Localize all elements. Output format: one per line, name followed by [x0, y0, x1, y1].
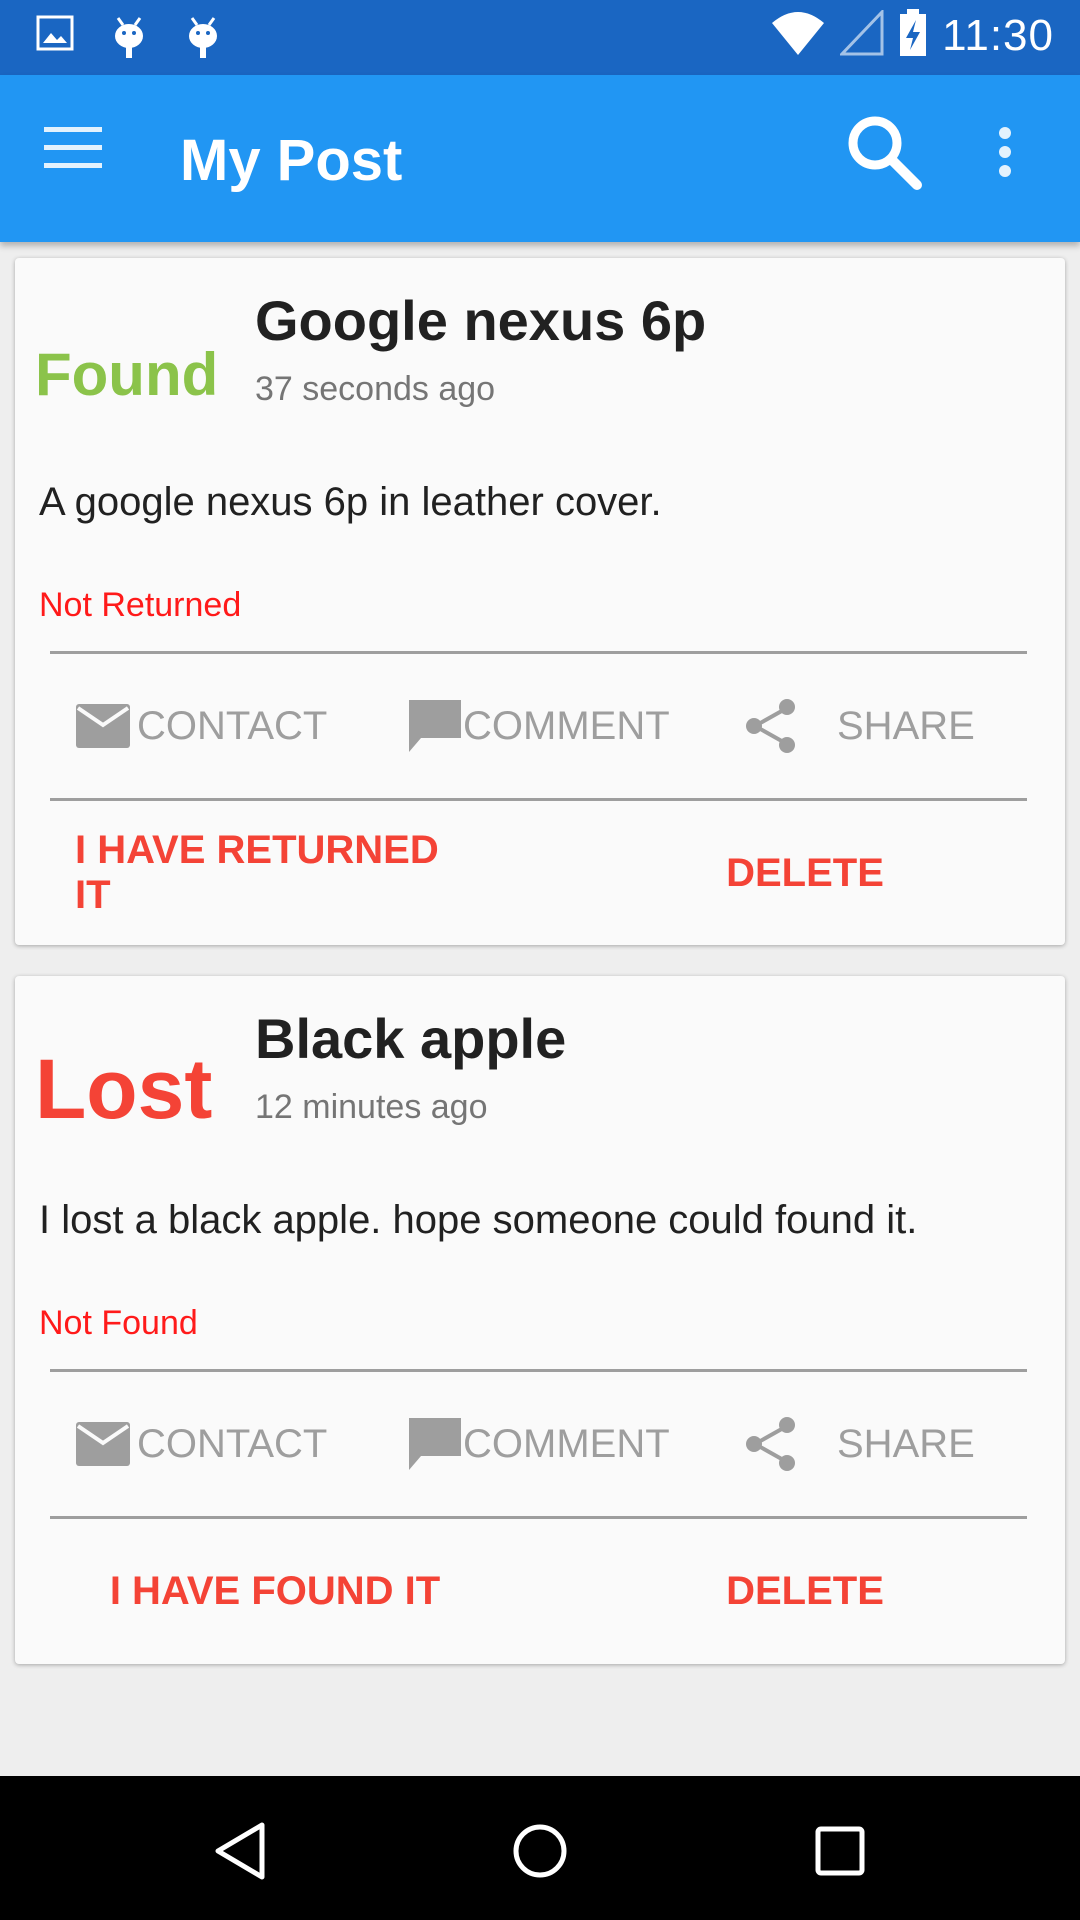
- contact-button[interactable]: CONTACT: [75, 1372, 327, 1516]
- contact-label: CONTACT: [137, 1421, 328, 1466]
- home-button[interactable]: [490, 1806, 590, 1896]
- menu-button[interactable]: [44, 125, 124, 195]
- returned-it-button[interactable]: I HAVE RETURNED IT: [75, 801, 475, 945]
- comment-button[interactable]: COMMENT: [407, 1372, 670, 1516]
- post-description: I lost a black apple. hope someone could…: [39, 1198, 918, 1242]
- more-vert-icon: [999, 127, 1011, 177]
- lost-badge: Lost: [35, 1042, 213, 1136]
- post-card: Found Google nexus 6p 37 seconds ago A g…: [15, 258, 1065, 945]
- search-button[interactable]: [845, 113, 935, 203]
- post-title: Black apple: [255, 1007, 567, 1070]
- found-it-button[interactable]: I HAVE FOUND IT: [75, 1519, 475, 1663]
- navigation-bar: [0, 1776, 1080, 1920]
- action-row: CONTACT COMMENT SHARE: [15, 654, 1065, 798]
- share-icon: [746, 1417, 795, 1471]
- share-icon: [746, 699, 795, 753]
- post-description: A google nexus 6p in leather cover.: [39, 480, 662, 524]
- share-label: SHARE: [837, 703, 975, 748]
- wifi-icon: [770, 9, 826, 62]
- comment-button[interactable]: COMMENT: [407, 654, 670, 798]
- email-icon: [76, 1422, 130, 1466]
- post-status: Not Returned: [39, 586, 242, 624]
- action-row: CONTACT COMMENT SHARE: [15, 1372, 1065, 1516]
- share-button[interactable]: SHARE: [743, 1372, 975, 1516]
- post-card: Lost Black apple 12 minutes ago I lost a…: [15, 976, 1065, 1664]
- search-icon: [848, 116, 922, 190]
- contact-label: CONTACT: [137, 703, 328, 748]
- android-notification-icon: [184, 14, 222, 65]
- delete-button[interactable]: DELETE: [695, 1519, 915, 1663]
- page-title: My Post: [180, 128, 403, 193]
- button-row: I HAVE FOUND IT DELETE: [15, 1519, 1065, 1663]
- recent-apps-button[interactable]: [790, 1806, 890, 1896]
- comment-icon: [409, 700, 461, 752]
- battery-charging-icon: [898, 8, 928, 63]
- app-bar: My Post: [0, 75, 1080, 242]
- status-bar: 11:30: [0, 0, 1080, 75]
- recent-apps-icon: [815, 1826, 865, 1876]
- android-notification-icon: [110, 14, 148, 65]
- comment-label: COMMENT: [463, 703, 670, 748]
- post-timestamp: 12 minutes ago: [255, 1088, 488, 1126]
- found-badge: Found: [35, 341, 219, 408]
- comment-icon: [409, 1418, 461, 1470]
- post-status: Not Found: [39, 1304, 198, 1342]
- email-icon: [76, 704, 130, 748]
- back-button[interactable]: [190, 1806, 290, 1896]
- image-notification-icon: [36, 14, 74, 65]
- post-timestamp: 37 seconds ago: [255, 370, 496, 408]
- contact-button[interactable]: CONTACT: [75, 654, 327, 798]
- share-button[interactable]: SHARE: [743, 654, 975, 798]
- back-icon: [215, 1822, 265, 1880]
- cell-signal-icon: [838, 8, 884, 61]
- button-row: I HAVE RETURNED IT DELETE: [15, 801, 1065, 945]
- hamburger-menu-icon: [44, 127, 102, 168]
- home-icon: [513, 1824, 567, 1878]
- share-label: SHARE: [837, 1421, 975, 1466]
- comment-label: COMMENT: [463, 1421, 670, 1466]
- status-time: 11:30: [942, 10, 1054, 60]
- post-title: Google nexus 6p: [255, 289, 707, 352]
- more-options-button[interactable]: [990, 123, 1040, 193]
- delete-button[interactable]: DELETE: [695, 801, 915, 945]
